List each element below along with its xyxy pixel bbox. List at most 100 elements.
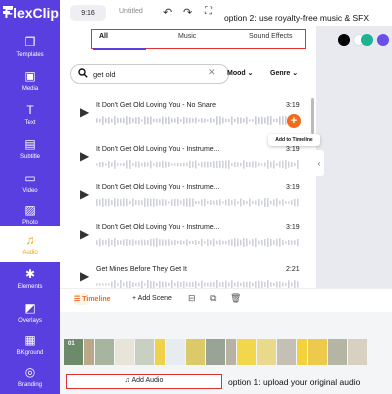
undo-icon[interactable]: ↶ (163, 6, 172, 19)
color-swatch-teal[interactable] (361, 34, 373, 46)
sidebar-item-label: Subtitle (19, 153, 40, 160)
search-input[interactable] (93, 67, 203, 81)
redo-icon[interactable]: ↷ (183, 6, 192, 19)
app-logo: FlexClip (3, 5, 59, 21)
timeline-frame[interactable] (206, 339, 225, 365)
tab-all[interactable]: All (99, 33, 108, 40)
timeline-frame[interactable] (155, 339, 165, 365)
timeline-frame[interactable] (257, 339, 276, 365)
timeline-frame[interactable] (84, 339, 94, 365)
scene-number: 01 (68, 341, 75, 347)
logo-mark-icon (3, 6, 9, 20)
sidebar-item-label: Photo (22, 219, 38, 226)
branding-icon: ◎ (24, 364, 36, 379)
photo-icon: ▨ (24, 202, 36, 217)
track-duration: 3:19 (286, 224, 300, 231)
timeline-frame[interactable] (226, 339, 236, 365)
timeline-tab[interactable]: ☰ Timeline (74, 295, 111, 303)
sidebar-item-bkground[interactable]: ▦ BKground (0, 326, 60, 362)
waveform[interactable] (96, 160, 302, 169)
waveform[interactable] (96, 116, 302, 125)
timeline-frame[interactable] (308, 339, 327, 365)
timeline-frame[interactable] (95, 339, 114, 365)
timeline-frame[interactable] (237, 339, 256, 365)
timeline-frame[interactable] (186, 339, 205, 365)
sidebar-item-branding[interactable]: ◎ Branding (0, 358, 60, 394)
sidebar-item-media[interactable]: ▣ Media (0, 62, 60, 98)
chevron-down-icon: ⌄ (292, 70, 299, 77)
sidebar-item-audio[interactable]: ♫ Audio (0, 226, 60, 262)
sidebar-item-label: Overlays (18, 317, 42, 324)
sidebar-item-label: Branding (17, 381, 43, 388)
timeline-icon: ☰ (74, 296, 83, 303)
layers-icon: ❒ (24, 34, 36, 49)
timeline-frame[interactable] (135, 339, 154, 365)
tab-music[interactable]: Music (178, 33, 196, 40)
track-name: It Don't Get Old Loving You - Instrume..… (96, 224, 220, 231)
sidebar-item-label: Video (22, 187, 38, 194)
overlays-icon: ◩ (24, 300, 36, 315)
scrollbar[interactable] (311, 98, 314, 134)
track-duration: 2:21 (286, 266, 300, 273)
elements-icon: ✱ (24, 266, 36, 281)
sidebar-item-label: Elements (17, 283, 43, 290)
duplicate-icon[interactable]: ⧉ (210, 293, 216, 304)
play-icon[interactable]: ▶ (80, 149, 89, 163)
add-audio-button[interactable]: ♫ Add Audio (66, 377, 222, 384)
timeline-frame[interactable] (348, 339, 367, 365)
subtitle-icon: ▤ (24, 136, 36, 151)
sidebar-item-templates[interactable]: ❒ Templates (0, 28, 60, 64)
text-icon: T (26, 102, 34, 117)
aspect-ratio-button[interactable]: 9:16 (70, 5, 106, 21)
trash-icon[interactable]: 🗑 (230, 293, 241, 304)
sidebar-item-subtitle[interactable]: ▤ Subtitle (0, 130, 60, 166)
sidebar-item-elements[interactable]: ✱ Elements (0, 260, 60, 296)
sidebar-item-label: Media (21, 85, 39, 92)
track-name: It Don't Get Old Loving You - Instrume..… (96, 146, 220, 153)
genre-dropdown[interactable]: Genre ⌄ (270, 69, 298, 77)
annotation-option-2: option 2: use royalty-free music & SFX (224, 13, 370, 23)
track-name: It Don't Get Old Loving You - Instrume..… (96, 184, 220, 191)
collapse-panel-button[interactable]: ‹ (314, 150, 324, 176)
media-icon: ▣ (24, 68, 36, 83)
clear-search-icon[interactable]: ✕ (208, 67, 216, 78)
waveform[interactable] (96, 238, 302, 247)
add-to-timeline-button[interactable]: + (287, 114, 301, 128)
add-scene-button[interactable]: + Add Scene (132, 295, 172, 302)
tab-sound-effects[interactable]: Sound Effects (249, 33, 292, 40)
fullscreen-icon[interactable]: ⛶ (205, 6, 212, 17)
color-swatch-black[interactable] (338, 34, 350, 46)
track-name: It Don't Get Old Loving You - No Snare (96, 102, 217, 109)
video-icon: ▭ (24, 170, 36, 185)
timeline-frame[interactable] (277, 339, 296, 365)
sidebar-item-text[interactable]: T Text (0, 96, 60, 132)
sidebar-item-label: BKground (16, 349, 44, 356)
track-duration: 3:19 (286, 102, 300, 109)
track-name: Get Mines Before They Get It (96, 266, 187, 273)
timeline-strip[interactable] (64, 339, 392, 365)
split-icon[interactable]: ⊟ (188, 293, 196, 304)
waveform[interactable] (96, 198, 302, 207)
tooltip: Add to Timeline (268, 134, 320, 146)
annotation-option-1: option 1: upload your original audio (228, 377, 361, 387)
search-icon (78, 68, 88, 81)
sidebar-item-label: Audio (22, 249, 38, 256)
play-icon[interactable]: ▶ (80, 227, 89, 241)
timeline-frame[interactable] (297, 339, 307, 365)
mood-dropdown[interactable]: Mood ⌄ (227, 69, 254, 77)
project-title[interactable]: Untitled (119, 8, 143, 15)
color-swatch-purple[interactable] (377, 34, 389, 46)
play-icon[interactable]: ▶ (80, 269, 89, 283)
music-note-icon: ♫ (25, 232, 35, 247)
sidebar-item-overlays[interactable]: ◩ Overlays (0, 294, 60, 330)
track-duration: 3:19 (286, 184, 300, 191)
timeline-frame[interactable] (328, 339, 347, 365)
background-icon: ▦ (24, 332, 36, 347)
play-icon[interactable]: ▶ (80, 105, 89, 119)
timeline-frame[interactable] (166, 339, 185, 365)
sidebar-item-label: Text (24, 119, 36, 126)
timeline-frame[interactable] (115, 339, 134, 365)
sidebar-item-video[interactable]: ▭ Video (0, 164, 60, 200)
play-icon[interactable]: ▶ (80, 187, 89, 201)
sidebar-item-label: Templates (16, 51, 44, 58)
